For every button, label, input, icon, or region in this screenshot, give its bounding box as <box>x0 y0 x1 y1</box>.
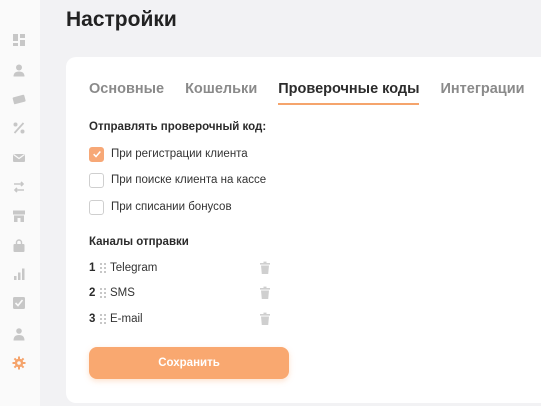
save-button[interactable]: Сохранить <box>89 347 289 379</box>
check-icon <box>92 151 101 158</box>
bar-chart-icon[interactable] <box>11 266 27 282</box>
user-icon[interactable] <box>11 62 27 78</box>
channel-name: SMS <box>110 287 135 299</box>
drag-handle-icon[interactable] <box>99 287 107 299</box>
channel-number: 1 <box>89 262 96 274</box>
gear-icon[interactable] <box>11 355 27 371</box>
channel-row: 3 E-mail <box>89 311 274 327</box>
option-cashier-search[interactable]: При поиске клиента на кассе <box>89 172 266 188</box>
channel-number: 3 <box>89 313 96 325</box>
channel-number: 2 <box>89 287 96 299</box>
bonus-writeoff-label: При списании бонусов <box>111 201 232 213</box>
cashier-search-label: При поиске клиента на кассе <box>111 174 267 186</box>
drag-handle-icon[interactable] <box>99 313 107 325</box>
channels-label: Каналы отправки <box>89 236 189 248</box>
staff-icon[interactable] <box>11 326 27 342</box>
drag-handle-icon[interactable] <box>99 262 107 274</box>
settings-card: Основные Кошельки Проверочные коды Интег… <box>66 57 541 403</box>
channel-row: 2 SMS <box>89 285 274 301</box>
registration-checkbox[interactable] <box>89 146 104 162</box>
page-title: Настройки <box>66 8 177 31</box>
shopping-bag-icon[interactable] <box>11 238 27 254</box>
trash-icon[interactable] <box>258 261 272 275</box>
sidebar <box>0 0 40 406</box>
option-registration[interactable]: При регистрации клиента <box>89 146 248 162</box>
channel-name: E-mail <box>110 313 143 325</box>
channel-name: Telegram <box>110 262 158 274</box>
dashboard-icon[interactable] <box>11 32 27 48</box>
transfer-icon[interactable] <box>11 179 27 195</box>
percent-icon[interactable] <box>11 120 27 136</box>
trash-icon[interactable] <box>258 312 272 326</box>
mail-icon[interactable] <box>11 150 27 166</box>
card-icon[interactable] <box>11 91 27 107</box>
checklist-icon[interactable] <box>11 295 27 311</box>
trash-icon[interactable] <box>258 286 272 300</box>
registration-label: При регистрации клиента <box>111 148 248 160</box>
send-code-label: Отправлять проверочный код: <box>89 121 267 133</box>
channel-row: 1 Telegram <box>89 260 274 276</box>
tab-integrations[interactable]: Интеграции <box>440 79 524 105</box>
bonus-writeoff-checkbox[interactable] <box>89 199 104 215</box>
option-bonus-writeoff[interactable]: При списании бонусов <box>89 199 232 215</box>
tab-verification-codes[interactable]: Проверочные коды <box>278 79 420 105</box>
store-icon[interactable] <box>11 208 27 224</box>
tab-general[interactable]: Основные <box>89 79 164 105</box>
cashier-search-checkbox[interactable] <box>89 172 104 188</box>
tab-bar: Основные Кошельки Проверочные коды Интег… <box>89 79 541 105</box>
tab-wallets[interactable]: Кошельки <box>185 79 257 105</box>
